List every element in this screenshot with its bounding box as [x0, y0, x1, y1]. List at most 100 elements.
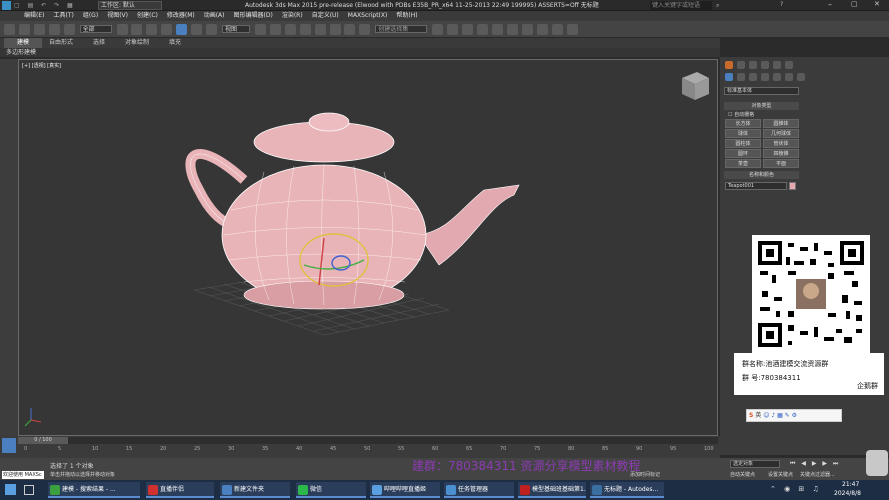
- primitive-button[interactable]: 圆环: [725, 149, 761, 158]
- taskbar-item[interactable]: 直播伴侣: [146, 482, 214, 498]
- maximize-icon[interactable]: ▢: [851, 0, 858, 8]
- menu-item[interactable]: 帮助(H): [396, 11, 417, 21]
- search-icon[interactable]: ⌕: [716, 2, 719, 10]
- taskbar-item[interactable]: 微信: [296, 482, 366, 498]
- maxscript-listener[interactable]: 欢迎使用 MAXSc: [2, 471, 44, 479]
- menu-item[interactable]: 修改器(M): [167, 11, 195, 21]
- schematic-view-icon[interactable]: [506, 24, 518, 35]
- spacewarps-icon[interactable]: [784, 73, 793, 81]
- named-selection-dropdown[interactable]: 创建选择集: [375, 25, 428, 33]
- time-slider-handle[interactable]: 0 / 100: [18, 437, 68, 444]
- clock-date[interactable]: 2024/8/8: [834, 490, 861, 497]
- material-editor-icon[interactable]: [521, 24, 533, 35]
- modify-tab-icon[interactable]: [736, 61, 745, 69]
- primitive-button[interactable]: 圆锥体: [763, 119, 799, 128]
- start-icon[interactable]: [5, 484, 16, 495]
- menu-item[interactable]: 组(G): [83, 11, 98, 21]
- link-icon[interactable]: [33, 24, 45, 35]
- auto-key-button[interactable]: 自动关键点: [730, 471, 755, 478]
- primitive-button[interactable]: 四棱锥: [763, 149, 799, 158]
- primitive-button[interactable]: 圆柱体: [725, 139, 761, 148]
- key-filters-button[interactable]: 关键点过滤器...: [800, 471, 835, 478]
- select-rotate-icon[interactable]: [191, 24, 203, 35]
- menu-item[interactable]: 编辑(E): [24, 11, 44, 21]
- menu-item[interactable]: 自定义(U): [312, 11, 339, 21]
- menu-item[interactable]: 视图(V): [107, 11, 128, 21]
- mirror-icon[interactable]: [432, 24, 444, 35]
- playback-controls[interactable]: ⏮ ◀ ▶ ▶ ⏭: [790, 460, 840, 468]
- menu-item[interactable]: 创建(C): [137, 11, 158, 21]
- search-input[interactable]: 键入关键字或短语: [650, 1, 712, 10]
- autogrid-checkbox[interactable]: ☐ 自动栅格: [728, 111, 754, 118]
- edit-named-selection-icon[interactable]: [359, 24, 371, 35]
- close-icon[interactable]: ✕: [874, 0, 880, 8]
- spinner-snap-icon[interactable]: [344, 24, 356, 35]
- rendered-frame-icon[interactable]: [551, 24, 563, 35]
- primitive-button[interactable]: 管状体: [763, 139, 799, 148]
- curve-editor-icon[interactable]: [491, 24, 503, 35]
- ribbon-tab[interactable]: 对象绘制: [118, 38, 156, 48]
- render-setup-icon[interactable]: [536, 24, 548, 35]
- taskbar-item[interactable]: 哔哩哔哩直播姬: [370, 482, 440, 498]
- ribbon-tab[interactable]: 建模: [4, 38, 42, 48]
- mini-curve-icon[interactable]: [2, 438, 16, 453]
- taskbar-item[interactable]: 模型基础班基础第1...: [518, 482, 586, 498]
- ribbon-tab[interactable]: 填充: [156, 38, 194, 48]
- object-type-header[interactable]: 对象类型: [724, 102, 799, 110]
- primitive-button[interactable]: 平面: [763, 159, 799, 168]
- hierarchy-tab-icon[interactable]: [748, 61, 757, 69]
- snap-toggle-icon[interactable]: [299, 24, 311, 35]
- ime-toolbar[interactable]: S 英 ☺ ♪ ▦ ✎ ⚙: [746, 409, 842, 422]
- primitive-button[interactable]: 球体: [725, 129, 761, 138]
- shapes-icon[interactable]: [736, 73, 745, 81]
- select-move-icon[interactable]: [176, 24, 188, 35]
- lights-icon[interactable]: [748, 73, 757, 81]
- primitive-button[interactable]: 长方体: [725, 119, 761, 128]
- redo-icon[interactable]: [18, 24, 30, 35]
- anim-selection-dropdown[interactable]: 选定对象: [730, 460, 780, 468]
- unlink-icon[interactable]: [48, 24, 60, 35]
- minimize-icon[interactable]: –: [828, 0, 832, 9]
- clock-time[interactable]: 21:47: [842, 481, 859, 488]
- name-color-header[interactable]: 名称和颜色: [724, 171, 799, 179]
- render-production-icon[interactable]: [566, 24, 578, 35]
- layer-manager-icon[interactable]: [462, 24, 474, 35]
- ribbon-tab[interactable]: 自由形式: [42, 38, 80, 48]
- workspace-selector[interactable]: 工作区: 默认: [98, 1, 162, 10]
- menu-item[interactable]: MAXScript(X): [348, 11, 388, 21]
- taskbar-item[interactable]: 无标题 - Autodes...: [590, 482, 664, 498]
- tray-icons[interactable]: ⌃ ◉ ⊞ ♫: [770, 485, 822, 493]
- window-crossing-icon[interactable]: [161, 24, 173, 35]
- ref-coord-dropdown[interactable]: 视图: [221, 25, 250, 33]
- select-by-name-icon[interactable]: [131, 24, 143, 35]
- align-icon[interactable]: [447, 24, 459, 35]
- primitive-button[interactable]: 茶壶: [725, 159, 761, 168]
- angle-snap-icon[interactable]: [314, 24, 326, 35]
- object-name-field[interactable]: Teapot001: [725, 182, 787, 190]
- display-tab-icon[interactable]: [772, 61, 781, 69]
- primitive-button[interactable]: 几何球体: [763, 129, 799, 138]
- cameras-icon[interactable]: [760, 73, 769, 81]
- app-logo-icon[interactable]: [2, 1, 11, 10]
- taskbar-item[interactable]: 任务管理器: [444, 482, 514, 498]
- task-view-icon[interactable]: [24, 485, 34, 495]
- select-object-icon[interactable]: [116, 24, 128, 35]
- orbit-icon[interactable]: [866, 450, 888, 476]
- primitive-type-dropdown[interactable]: 标准基本体: [724, 87, 799, 95]
- helpers-icon[interactable]: [772, 73, 781, 81]
- motion-tab-icon[interactable]: [760, 61, 769, 69]
- menu-item[interactable]: 图形编辑器(D): [234, 11, 273, 21]
- menu-item[interactable]: 工具(T): [53, 11, 73, 21]
- systems-icon[interactable]: [796, 73, 805, 81]
- utilities-tab-icon[interactable]: [784, 61, 793, 69]
- percent-snap-icon[interactable]: [329, 24, 341, 35]
- taskbar-item[interactable]: 建模 - 搜索结果 - ...: [48, 482, 140, 498]
- timeline-scrubber[interactable]: 0 / 100: [18, 437, 718, 444]
- selection-filter-dropdown[interactable]: 全部: [79, 25, 112, 33]
- help-icon[interactable]: ?: [780, 1, 783, 8]
- select-manipulate-icon[interactable]: [269, 24, 281, 35]
- keyboard-shortcut-icon[interactable]: [284, 24, 296, 35]
- graphite-ribbon-icon[interactable]: [476, 24, 488, 35]
- perspective-viewport[interactable]: [+] [透视] [真实]: [18, 59, 718, 436]
- set-key-button[interactable]: 设置关键点: [768, 471, 793, 478]
